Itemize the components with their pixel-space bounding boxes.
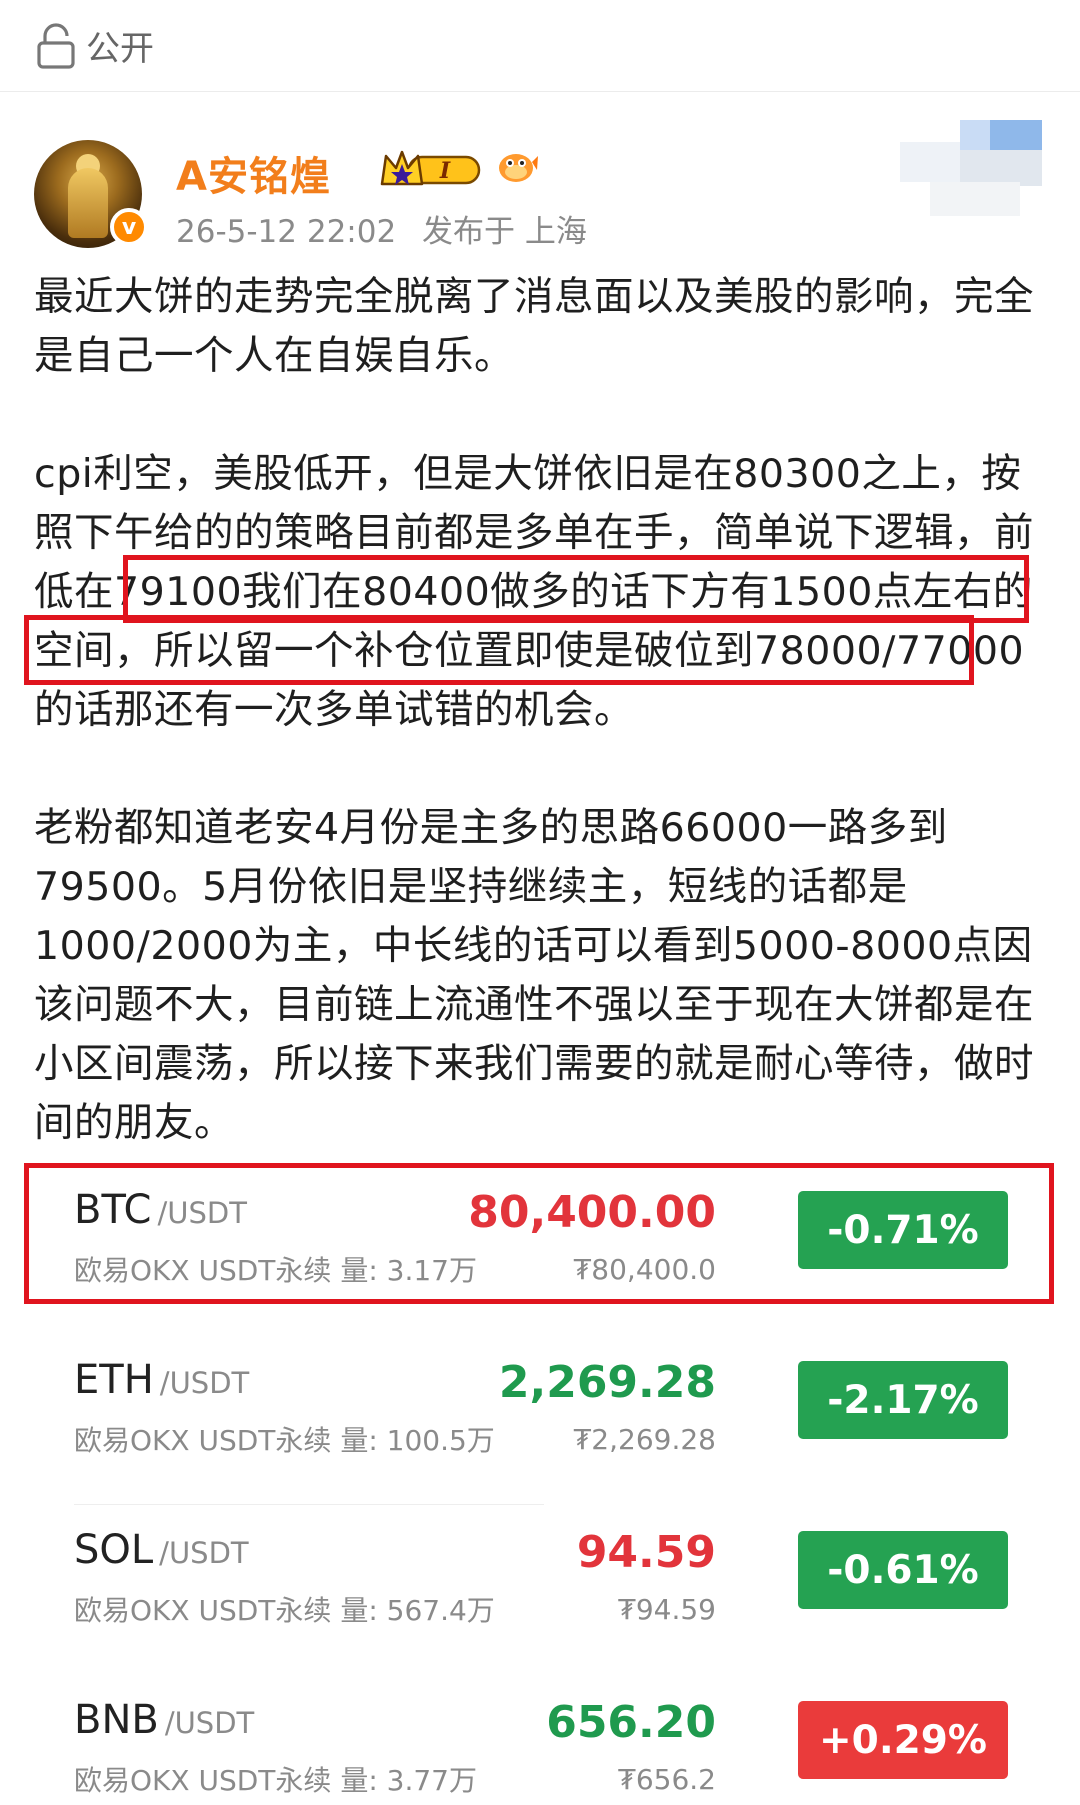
ticker-symbol: ETH/USDT: [74, 1357, 250, 1403]
ticker-source: 欧易OKX USDT永续 量: 567.4万: [74, 1594, 495, 1627]
ticker-card-btc[interactable]: BTC/USDT 欧易OKX USDT永续 量: 3.17万 80,400.00…: [34, 1165, 1046, 1335]
ticker-fiat-price: ₮80,400.0: [573, 1253, 716, 1286]
ticker-source: 欧易OKX USDT永续 量: 3.17万: [74, 1254, 477, 1287]
ticker-fiat-price: ₮656.2: [618, 1763, 716, 1796]
ticker-card-bnb[interactable]: BNB/USDT 欧易OKX USDT永续 量: 3.77万 656.20 ₮6…: [34, 1675, 1046, 1805]
post-body: 最近大饼的走势完全脱离了消息面以及美股的影响，完全是自己一个人在自娱自乐。 cp…: [34, 268, 1054, 1153]
post-paragraph: 老粉都知道老安4月份是主多的思路66000一路多到79500。5月份依旧是坚持继…: [34, 805, 1034, 1146]
ticker-price: 94.59: [576, 1527, 716, 1578]
lock-icon: [36, 22, 76, 69]
username[interactable]: A安铭煌: [176, 144, 331, 202]
ticker-fiat-price: ₮94.59: [618, 1593, 716, 1626]
post-location: 发布于 上海: [422, 214, 587, 250]
ticker-symbol: SOL/USDT: [74, 1527, 249, 1573]
post-meta: 26-5-12 22:02 发布于 上海: [176, 206, 587, 251]
ticker-price: 80,400.00: [468, 1187, 716, 1238]
ticker-list: BTC/USDT 欧易OKX USDT永续 量: 3.17万 80,400.00…: [34, 1165, 1046, 1805]
verified-badge: v: [110, 208, 148, 246]
ticker-price: 2,269.28: [498, 1357, 716, 1408]
ticker-source: 欧易OKX USDT永续 量: 3.77万: [74, 1764, 477, 1797]
ticker-source: 欧易OKX USDT永续 量: 100.5万: [74, 1424, 495, 1457]
ticker-card-eth[interactable]: ETH/USDT 欧易OKX USDT永续 量: 100.5万 2,269.28…: [34, 1335, 1046, 1505]
post-paragraph: 最近大饼的走势完全脱离了消息面以及美股的影响，完全是自己一个人在自娱自乐。: [34, 274, 1034, 379]
ticker-price: 656.20: [546, 1697, 716, 1748]
visibility-label: 公开: [86, 29, 154, 69]
fan-badge-icon[interactable]: [496, 148, 538, 186]
ticker-symbol: BNB/USDT: [74, 1697, 255, 1743]
ticker-change-badge[interactable]: -0.71%: [798, 1191, 1008, 1269]
ticker-change-badge[interactable]: -0.61%: [798, 1531, 1008, 1609]
ticker-change-badge[interactable]: -2.17%: [798, 1361, 1008, 1439]
ticker-fiat-price: ₮2,269.28: [573, 1423, 716, 1456]
ticker-change-badge[interactable]: +0.29%: [798, 1701, 1008, 1779]
blurred-image: [900, 120, 1050, 220]
ticker-card-sol[interactable]: SOL/USDT 欧易OKX USDT永续 量: 567.4万 94.59 ₮9…: [34, 1505, 1046, 1675]
ticker-symbol: BTC/USDT: [74, 1187, 247, 1233]
post-header: v A安铭煌 I 26-5-12 22:02 发布于 上海: [34, 140, 1046, 260]
vip-level: I: [439, 158, 451, 184]
vip-crown-icon[interactable]: I: [379, 148, 485, 190]
post-date: 26-5-12 22:02: [176, 214, 397, 250]
visibility-bar[interactable]: 公开: [0, 0, 1080, 92]
post-paragraph: cpi利空，美股低开，但是大饼依旧是在80300之上，按照下午给的的策略目前都是…: [34, 451, 1034, 733]
